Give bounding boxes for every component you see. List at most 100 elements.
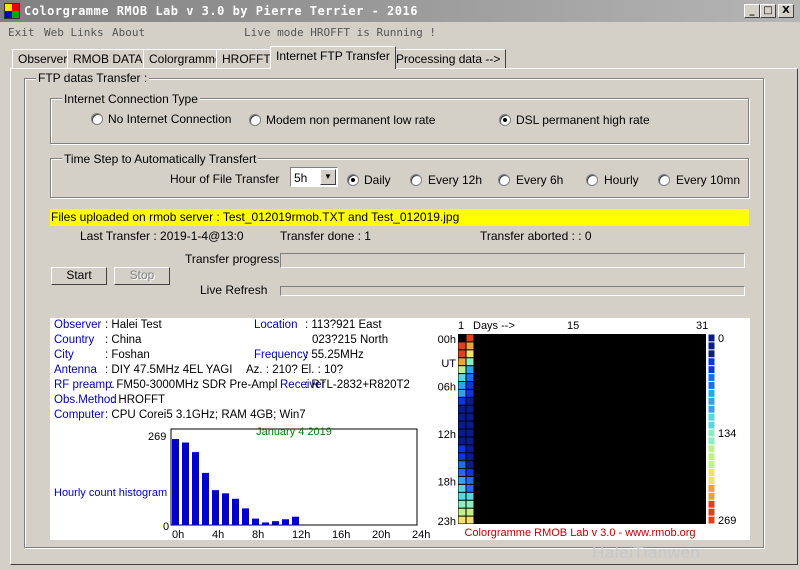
colorgramme-scale-cell	[708, 516, 715, 524]
colorgramme-cell	[466, 461, 474, 469]
histogram-title: January 4 2019	[256, 426, 332, 438]
colorgramme-cell	[458, 492, 466, 500]
colorgramme-scale-cell	[708, 397, 715, 405]
tab-processing-data[interactable]: Processing data -->	[390, 49, 507, 68]
colorgramme-cell	[458, 429, 466, 437]
colorgramme-cell	[466, 397, 474, 405]
colorgramme-cell	[458, 445, 466, 453]
obs-method-value: : HROFFT	[112, 394, 166, 406]
hour-select-value: 5h	[294, 171, 308, 185]
tab-hrofft[interactable]: HROFFT	[216, 49, 277, 68]
location-value-east: : 113?921 East	[305, 319, 382, 331]
country-value: : China	[105, 334, 142, 346]
colorgramme-y-label: 12h	[438, 429, 456, 441]
colorgramme-scale-mid: 134	[718, 428, 736, 440]
radio-no-internet[interactable]	[91, 113, 103, 125]
menu-exit[interactable]: Exit	[8, 26, 35, 39]
colorgramme-scale-cell	[708, 421, 715, 429]
observer-value: : Halei Test	[105, 319, 162, 331]
colorgramme-scale-cell	[708, 437, 715, 445]
colorgramme-cell	[466, 508, 474, 516]
stop-button[interactable]: Stop	[114, 267, 170, 285]
chevron-down-icon[interactable]: ▼	[320, 169, 336, 185]
histogram-bar	[292, 516, 299, 525]
label-daily: Daily	[364, 173, 391, 187]
live-refresh-label: Live Refresh	[200, 283, 268, 297]
radio-dsl[interactable]	[499, 114, 511, 126]
colorgramme-cell	[466, 334, 474, 342]
colorgramme-cell	[458, 453, 466, 461]
receiver-value: : RTL-2832+R820T2	[305, 379, 410, 391]
colorgramme-cell	[466, 389, 474, 397]
colorgramme-y-label: UT	[441, 358, 456, 370]
radio-hourly[interactable]	[586, 174, 598, 186]
hour-select[interactable]: 5h ▼	[290, 167, 338, 187]
colorgramme-cell	[466, 366, 474, 374]
colorgramme-cell	[466, 342, 474, 350]
menu-about[interactable]: About	[112, 26, 145, 39]
menu-web-links[interactable]: Web Links	[44, 26, 104, 39]
frequency-key: Frequency	[254, 349, 309, 361]
colorgramme-scale-cell	[708, 492, 715, 500]
maximize-button[interactable]: □	[760, 4, 776, 18]
close-button[interactable]: X	[778, 4, 794, 18]
colorgramme-cell	[466, 405, 474, 413]
colorgramme-cell	[466, 477, 474, 484]
radio-every-6h[interactable]	[498, 174, 510, 186]
histogram-xtick: 4h	[212, 529, 224, 540]
colorgramme-cell	[458, 421, 466, 429]
tab-rmob-data[interactable]: RMOB DATA	[67, 49, 149, 68]
colorgramme-cell	[466, 453, 474, 461]
colorgramme-scale-min: 0	[718, 333, 724, 345]
menu-bar: Exit Web Links About Live mode HROFFT is…	[0, 22, 800, 42]
colorgramme-cell	[466, 382, 474, 389]
hourly-histogram: Hourly count histogram 269 0 January 4 2…	[54, 426, 430, 540]
label-every-10mn: Every 10mn	[676, 173, 741, 187]
histogram-bar	[232, 498, 239, 525]
tab-internet-ftp-transfer[interactable]: Internet FTP Transfer	[270, 46, 396, 69]
histogram-bar	[182, 442, 189, 525]
label-every-12h: Every 12h	[428, 173, 483, 187]
transfer-aborted-text: Transfer aborted : : 0	[480, 229, 592, 243]
tab-colorgramme[interactable]: Colorgramme	[143, 49, 228, 68]
watermark: HaleiTianwen	[592, 543, 701, 562]
radio-modem[interactable]	[249, 114, 261, 126]
colorgramme-cell	[458, 469, 466, 476]
colorgramme-scale-cell	[708, 342, 715, 350]
tab-observer[interactable]: Observer	[12, 49, 74, 68]
colorgramme-scale-cell	[708, 334, 715, 342]
colorgramme-scale-max: 269	[718, 515, 736, 527]
label-every-6h: Every 6h	[516, 173, 564, 187]
upload-status-message: Files uploaded on rmob server : Test_012…	[50, 209, 749, 226]
colorgramme-cell	[466, 421, 474, 429]
location-value-north: 023?215 North	[312, 334, 389, 346]
colorgramme-y-label: 06h	[438, 382, 456, 394]
city-key: City	[54, 349, 74, 361]
radio-every-10mn[interactable]	[658, 174, 670, 186]
frequency-value: : 55.25MHz	[305, 349, 364, 361]
colorgramme-scale-cell	[708, 413, 715, 421]
transfer-done-text: Transfer done : 1	[280, 229, 371, 243]
start-button[interactable]: Start	[51, 267, 107, 285]
histogram-bar	[172, 439, 179, 525]
colorgramme-scale-cell	[708, 484, 715, 492]
histogram-xtick: 12h	[292, 529, 310, 540]
colorgramme-cell	[466, 469, 474, 476]
antenna-value: : DIY 47.5MHz 4EL YAGI	[105, 364, 233, 376]
label-dsl: DSL permanent high rate	[516, 113, 650, 127]
minimize-button[interactable]: _	[744, 4, 760, 18]
label-no-internet: No Internet Connection	[108, 112, 232, 126]
radio-daily[interactable]	[347, 174, 359, 186]
colorgramme-cell	[458, 397, 466, 405]
observer-info-panel: Observer : Halei Test Country : China Ci…	[50, 318, 430, 540]
colorgramme-x-label-15: 15	[567, 320, 579, 332]
transfer-progress-label: Transfer progress	[185, 252, 280, 266]
colorgramme-cell	[458, 389, 466, 397]
colorgramme-cell	[458, 366, 466, 374]
colorgramme-cell	[458, 374, 466, 381]
colorgramme-cell	[458, 405, 466, 413]
radio-every-12h[interactable]	[410, 174, 422, 186]
histogram-xtick: 24h	[412, 529, 430, 540]
observer-key: Observer	[54, 319, 102, 331]
histogram-bar	[282, 519, 289, 525]
